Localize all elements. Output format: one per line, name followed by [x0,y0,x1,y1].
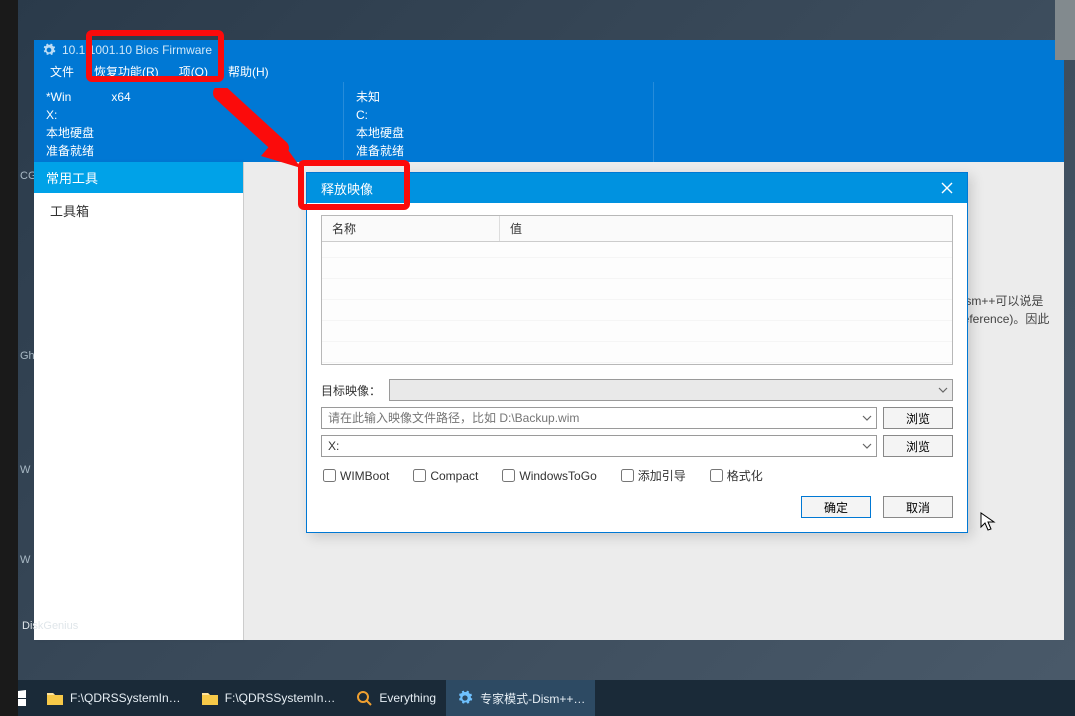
chk-addboot-label: 添加引导 [638,467,686,484]
dialog-titlebar[interactable]: 释放映像 [307,173,967,203]
target-drive-input[interactable] [321,435,877,457]
chk-compact-box[interactable] [413,469,426,482]
chk-format[interactable]: 格式化 [710,467,763,484]
titlebar[interactable]: 10.1.1001.10 Bios Firmware [34,40,1064,60]
folder-icon [201,689,219,707]
chk-wintogo-box[interactable] [502,469,515,482]
tab1-line4: 准备就绪 [46,142,331,160]
desktop-frag-w1: W [20,464,30,476]
browse-drive-button[interactable]: 浏览 [883,435,953,457]
search-icon [355,689,373,707]
grid-col-value[interactable]: 值 [500,216,952,241]
cursor-icon [980,512,996,532]
app-gear-icon [42,43,56,57]
taskbar-item-explorer-1[interactable]: F:\QDRSSystemIn… [36,680,191,716]
image-path-input[interactable] [321,407,877,429]
menu-restore[interactable]: 恢复功能(R) [84,61,169,82]
chk-wintogo[interactable]: WindowsToGo [502,467,596,484]
chk-wimboot[interactable]: WIMBoot [323,467,389,484]
chk-compact-label: Compact [430,469,478,483]
tabs-row: *Win x64 X: 本地硬盘 准备就绪 未知 C: 本地硬盘 准备就绪 [34,82,1064,162]
desktop-frag-w2: W [20,554,30,566]
tab2-line2: C: [356,106,641,124]
chk-wimboot-box[interactable] [323,469,336,482]
monitor-bezel-right [1055,0,1075,60]
tab2-line4: 准备就绪 [356,142,641,160]
dialog-button-row: 确定 取消 [321,492,953,518]
chk-wintogo-label: WindowsToGo [519,469,596,483]
gear-icon [456,689,474,707]
cancel-button[interactable]: 取消 [883,496,953,518]
taskbar-item-dism[interactable]: 专家模式-Dism++… [446,680,595,716]
tab2-line1: 未知 [356,88,641,106]
image-path-row: 浏览 [321,407,953,429]
tab1-line2: X: [46,106,331,124]
taskbar-label-1: F:\QDRSSystemIn… [70,691,181,705]
tab2-line3: 本地硬盘 [356,124,641,142]
menu-options[interactable]: 项(O) [169,61,218,82]
system-tab-2[interactable]: 未知 C: 本地硬盘 准备就绪 [344,82,654,162]
title-text: 10.1.1001.10 Bios Firmware [62,43,212,57]
sidebar-item-common-tools[interactable]: 常用工具 [34,162,243,193]
sidebar-item-toolbox[interactable]: 工具箱 [34,193,243,228]
menu-help[interactable]: 帮助(H) [218,61,279,82]
chk-format-label: 格式化 [727,467,763,484]
target-image-row: 目标映像： [321,379,953,401]
system-tab-1[interactable]: *Win x64 X: 本地硬盘 准备就绪 [34,82,344,162]
main-hint-text: Dism++可以说是 Reference)。因此 [954,292,1064,328]
target-image-label: 目标映像： [321,382,383,399]
target-image-combo[interactable] [389,379,953,401]
dialog-body: 名称 值 目标映像： 浏览 浏览 WIMBoot [307,203,967,532]
options-row: WIMBoot Compact WindowsToGo 添加引导 格式化 [321,463,953,492]
chk-format-box[interactable] [710,469,723,482]
hint-l1: Dism++可以说是 [954,292,1064,310]
target-drive-row: 浏览 [321,435,953,457]
menubar: 文件 恢复功能(R) 项(O) 帮助(H) [34,60,1064,82]
ok-button[interactable]: 确定 [801,496,871,518]
browse-image-button[interactable]: 浏览 [883,407,953,429]
taskbar-item-explorer-2[interactable]: F:\QDRSSystemIn… [191,680,346,716]
folder-icon [46,689,64,707]
image-info-grid: 名称 值 [321,215,953,365]
chk-wimboot-label: WIMBoot [340,469,389,483]
sidebar: 常用工具 工具箱 [34,162,244,640]
taskbar-label-4: 专家模式-Dism++… [480,690,585,707]
close-icon [941,182,953,194]
desktop-icon-diskgenius[interactable]: DiskGenius [22,620,78,632]
tab1-line3: 本地硬盘 [46,124,331,142]
dialog-close-button[interactable] [927,173,967,203]
chk-addboot[interactable]: 添加引导 [621,467,686,484]
grid-col-name[interactable]: 名称 [322,216,500,241]
taskbar: F:\QDRSSystemIn… F:\QDRSSystemIn… Everyt… [0,680,1075,716]
tab1-line1: *Win [46,90,71,104]
monitor-bezel-left [0,0,18,716]
taskbar-label-2: F:\QDRSSystemIn… [225,691,336,705]
dialog-title: 释放映像 [321,179,373,198]
hint-l2: Reference)。因此 [954,310,1064,328]
taskbar-item-everything[interactable]: Everything [345,680,446,716]
grid-header: 名称 值 [322,216,952,242]
taskbar-label-3: Everything [379,691,436,705]
chk-addboot-box[interactable] [621,469,634,482]
release-image-dialog: 释放映像 名称 值 目标映像： 浏览 [306,172,968,533]
chk-compact[interactable]: Compact [413,467,478,484]
desktop-frag-gh: Gh [20,350,35,362]
tab1-line1-suffix: x64 [108,90,131,104]
menu-file[interactable]: 文件 [40,61,84,82]
